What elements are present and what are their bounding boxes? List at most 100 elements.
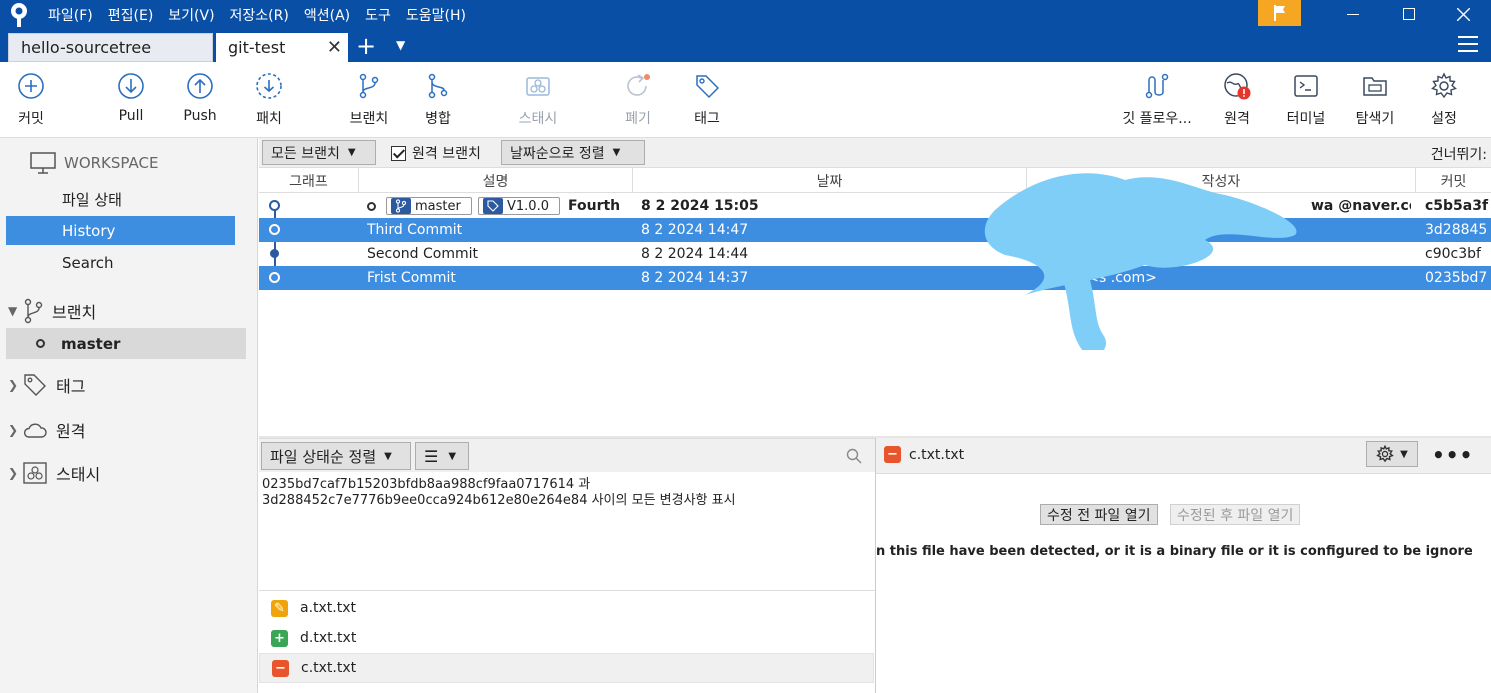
sidebar-section-remotes[interactable]: ❯ 원격 xyxy=(8,418,85,442)
remote-label: 원격 xyxy=(1224,111,1250,127)
stash-button[interactable]: 스태시 xyxy=(503,72,573,128)
remote-button[interactable]: 원격 xyxy=(1202,72,1272,128)
file-list-toolbar: 파일 상태순 정렬 ▼ ☰ ▼ xyxy=(259,438,875,472)
merge-icon xyxy=(428,73,448,99)
column-date[interactable]: 날짜 xyxy=(633,168,1027,193)
changed-files-list: ✎ a.txt.txt + d.txt.txt − c.txt.txt xyxy=(259,590,875,693)
commit-label: 커밋 xyxy=(18,111,44,127)
commit-message: Second Commit xyxy=(367,246,478,262)
terminal-label: 터미널 xyxy=(1286,111,1326,127)
sidebar-item-history[interactable]: History xyxy=(6,216,235,245)
diff-options-dropdown[interactable]: ▼ xyxy=(1366,441,1418,467)
minimize-button[interactable] xyxy=(1330,0,1376,28)
history-filter-bar: 모든 브랜치 ▼ 원격 브랜치 날짜순으로 정렬 ▼ 건너뛰기: xyxy=(259,138,1491,168)
explorer-button[interactable]: 탐색기 xyxy=(1340,72,1410,128)
chevron-right-icon: ❯ xyxy=(8,466,19,480)
tab-hello-sourcetree[interactable]: hello-sourcetree xyxy=(8,33,213,62)
sidebar-section-stashes[interactable]: ❯ 스태시 xyxy=(8,461,100,485)
discard-button[interactable]: 폐기 xyxy=(603,72,673,128)
redaction-scribble xyxy=(984,173,1297,350)
sidebar-item-search[interactable]: Search xyxy=(6,248,235,277)
chevron-down-icon: ▼ xyxy=(347,147,356,158)
menu-actions[interactable]: 액션(A) xyxy=(304,5,350,25)
settings-button[interactable]: 설정 xyxy=(1409,72,1479,128)
sidebar-section-branches[interactable]: ▼ 브랜치 xyxy=(8,298,96,324)
file-name: c.txt.txt xyxy=(301,660,357,676)
tab-list-chevron-icon[interactable]: ▼ xyxy=(396,38,405,52)
settings-label: 설정 xyxy=(1431,111,1457,127)
menu-repository[interactable]: 저장소(R) xyxy=(230,5,289,25)
tag-chip[interactable]: V1.0.0 xyxy=(478,197,560,215)
folder-icon xyxy=(1363,77,1387,96)
commit-author: wa @naver.com> xyxy=(1311,198,1411,214)
globe-icon xyxy=(1224,73,1251,100)
commit-hash: c90c3bf xyxy=(1425,246,1481,262)
menu-tools[interactable]: 도구 xyxy=(365,5,391,25)
hamburger-menu-icon[interactable] xyxy=(1458,36,1478,54)
commit-date: 8 2 2024 14:47 xyxy=(641,222,749,238)
fetch-patch-button[interactable]: 패치 xyxy=(234,72,304,128)
column-commit[interactable]: 커밋 xyxy=(1416,168,1491,193)
tab-close-icon[interactable]: ✕ xyxy=(327,37,342,58)
branch-chip[interactable]: master xyxy=(386,197,472,215)
git-flow-button[interactable]: 깃 플로우... xyxy=(1122,72,1192,128)
branch-filter-dropdown[interactable]: 모든 브랜치 ▼ xyxy=(262,140,376,165)
diff-pane: − c.txt.txt ▼ ••• 수정 전 파일 열기 수정된 후 파일 열기… xyxy=(875,438,1491,693)
more-options-icon[interactable]: ••• xyxy=(1432,443,1473,467)
tab-bar: hello-sourcetree git-test ✕ + ▼ xyxy=(0,30,1491,62)
push-button[interactable]: Push xyxy=(165,72,235,124)
file-sort-dropdown[interactable]: 파일 상태순 정렬 ▼ xyxy=(261,442,411,470)
menu-edit[interactable]: 편집(E) xyxy=(108,5,154,25)
tags-label: 태그 xyxy=(56,377,86,396)
search-icon[interactable] xyxy=(846,448,862,464)
chevron-down-icon: ▼ xyxy=(1400,448,1408,460)
explorer-label: 탐색기 xyxy=(1355,111,1395,127)
discard-icon xyxy=(627,74,650,96)
terminal-button[interactable]: 터미널 xyxy=(1271,72,1341,128)
remote-branches-checkbox[interactable]: 원격 브랜치 xyxy=(391,143,481,163)
tab-git-test[interactable]: git-test ✕ xyxy=(216,33,348,62)
merge-button[interactable]: 병합 xyxy=(403,72,473,128)
file-name: a.txt.txt xyxy=(300,600,357,616)
checkbox-checked-icon xyxy=(391,145,406,161)
tag-label: 태그 xyxy=(694,111,720,127)
file-list-item[interactable]: − c.txt.txt xyxy=(259,653,874,683)
workspace-header: WORKSPACE xyxy=(30,152,158,174)
chevron-down-icon: ▼ xyxy=(612,147,621,158)
sidebar: WORKSPACE 파일 상태 History Search ▼ 브랜치 mas… xyxy=(0,138,258,693)
commit-message: Fourth xyxy=(568,198,621,214)
sidebar-section-tags[interactable]: ❯ 태그 xyxy=(8,372,85,398)
file-list-item[interactable]: ✎ a.txt.txt xyxy=(259,593,874,623)
close-icon xyxy=(1456,7,1470,21)
diff-file-title: − c.txt.txt xyxy=(884,446,964,463)
pull-button[interactable]: Pull xyxy=(96,72,166,124)
column-graph[interactable]: 그래프 xyxy=(259,168,359,193)
branch-filter-value: 모든 브랜치 xyxy=(271,145,340,162)
title-bar: 파일(F) 편집(E) 보기(V) 저장소(R) 액션(A) 도구 도움말(H) xyxy=(0,0,1491,30)
column-description[interactable]: 설명 xyxy=(359,168,633,193)
commit-button[interactable]: 커밋 xyxy=(0,72,66,128)
maximize-button[interactable] xyxy=(1386,0,1432,28)
open-before-button[interactable]: 수정 전 파일 열기 xyxy=(1040,504,1158,525)
open-after-button[interactable]: 수정된 후 파일 열기 xyxy=(1170,504,1301,525)
close-window-button[interactable] xyxy=(1440,0,1486,28)
menu-help[interactable]: 도움말(H) xyxy=(406,5,466,25)
tag-icon xyxy=(696,75,720,99)
branch-chip-label: master xyxy=(415,198,461,214)
add-tab-button[interactable]: + xyxy=(356,32,376,60)
branch-button[interactable]: 브랜치 xyxy=(334,72,404,128)
graph-node-icon xyxy=(270,249,279,258)
commit-description-cell: master V1.0.0 Fourth xyxy=(367,194,631,218)
menu-view[interactable]: 보기(V) xyxy=(168,5,214,25)
view-mode-dropdown[interactable]: ☰ ▼ xyxy=(415,442,469,470)
tag-button[interactable]: 태그 xyxy=(672,72,742,128)
notification-flag-button[interactable] xyxy=(1258,0,1301,26)
sidebar-item-file-status[interactable]: 파일 상태 xyxy=(6,185,235,214)
menu-file[interactable]: 파일(F) xyxy=(48,5,93,25)
push-label: Push xyxy=(183,108,217,124)
sidebar-branch-master[interactable]: master xyxy=(6,328,246,359)
git-flow-icon xyxy=(1145,73,1169,99)
stash-icon xyxy=(23,462,47,484)
sort-order-dropdown[interactable]: 날짜순으로 정렬 ▼ xyxy=(501,140,645,165)
file-list-item[interactable]: + d.txt.txt xyxy=(259,623,874,653)
